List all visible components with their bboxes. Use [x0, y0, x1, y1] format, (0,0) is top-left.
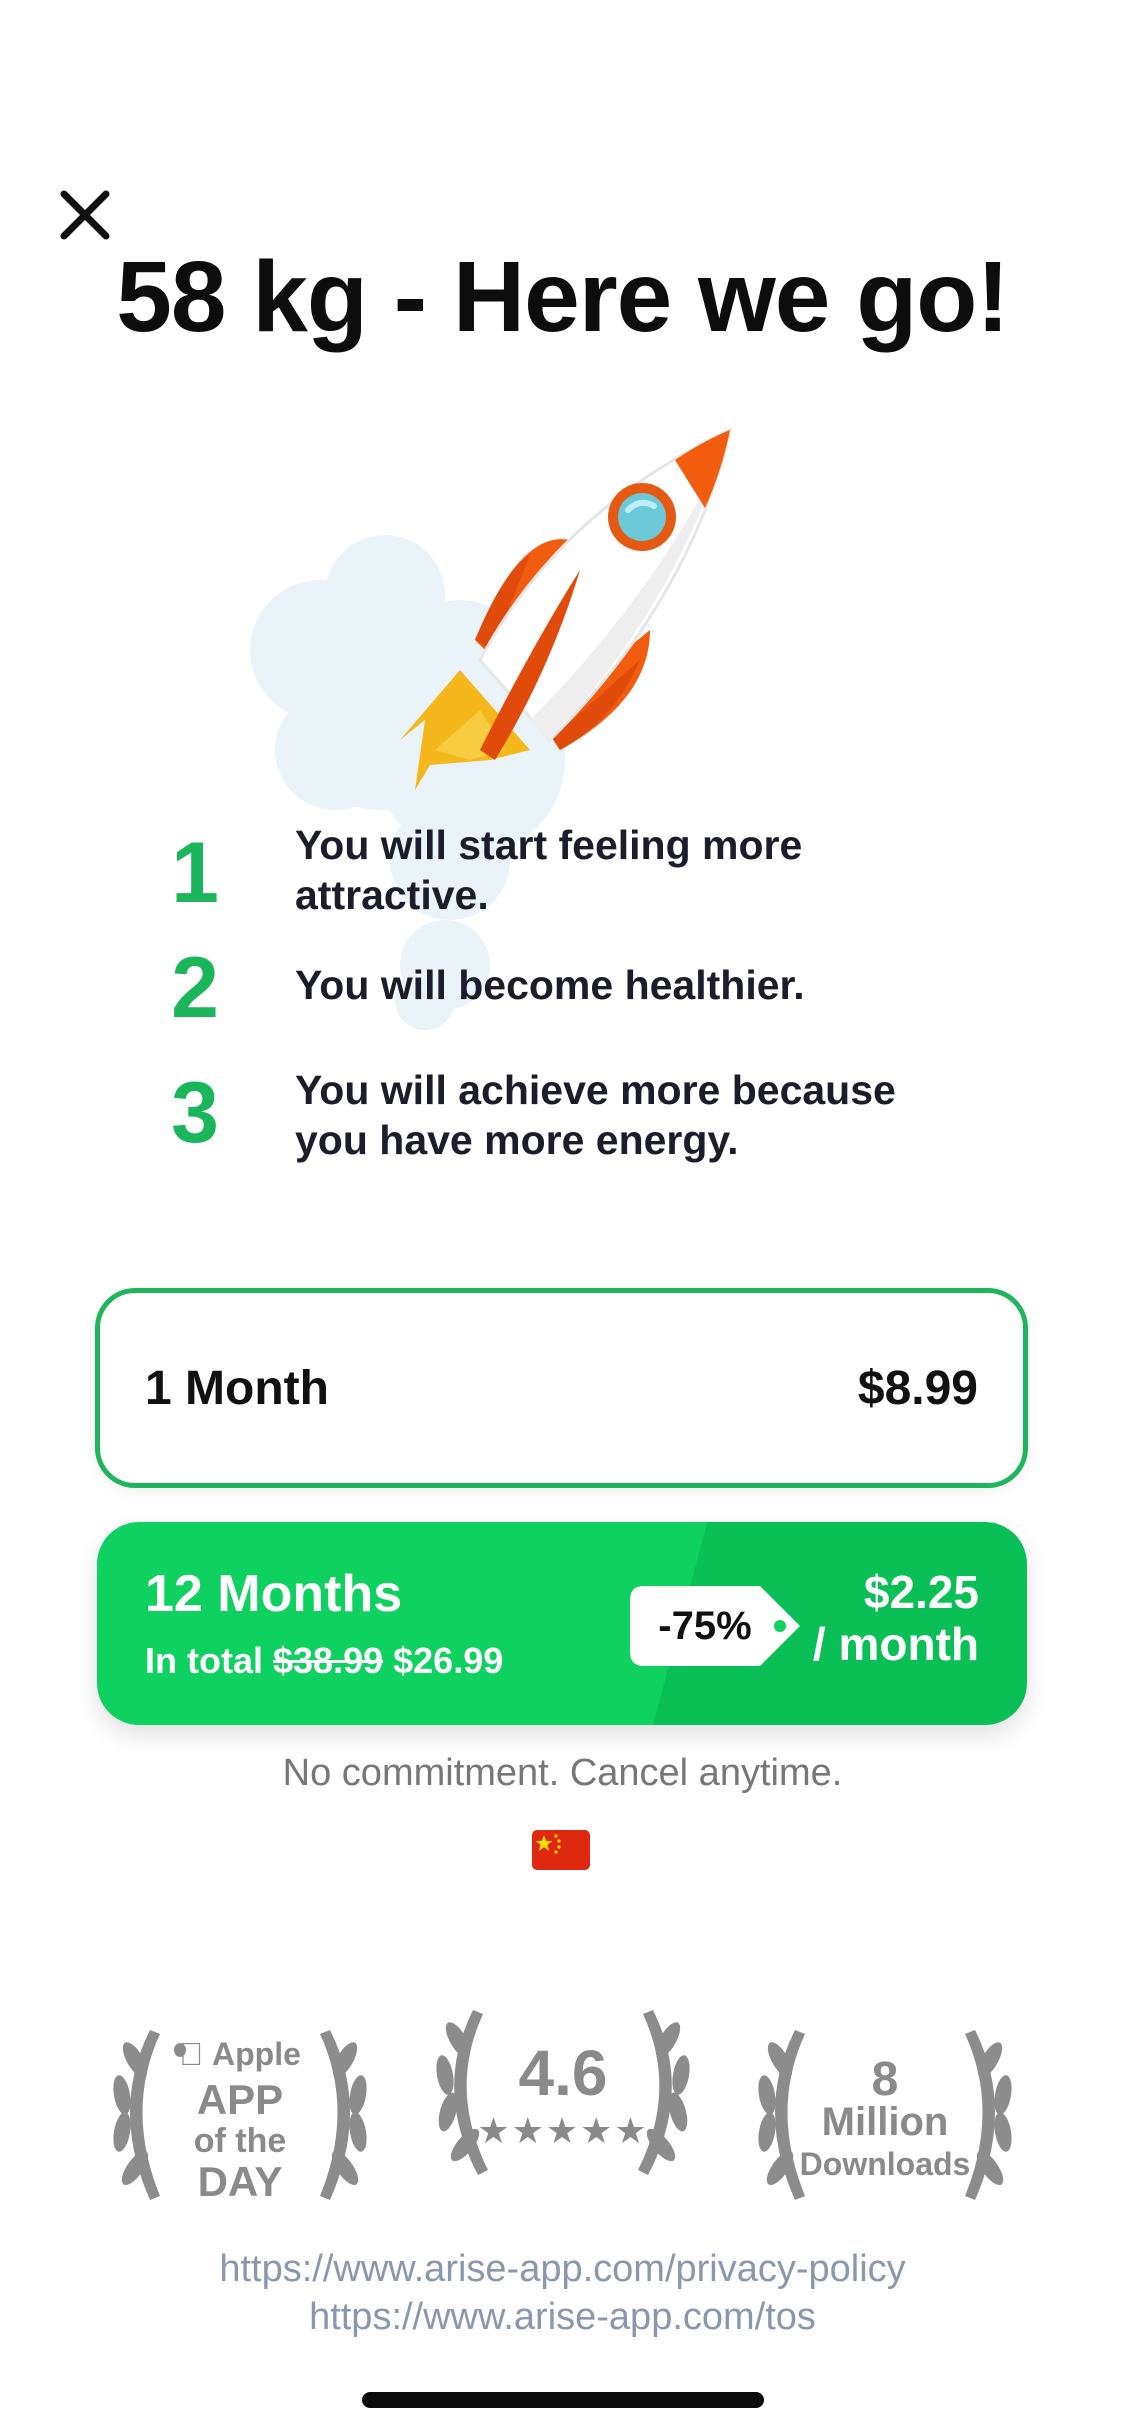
china-flag-icon: [532, 1830, 590, 1870]
rating-stars: ★★★★★: [477, 2110, 649, 2151]
rating-value: 4.6: [518, 2037, 608, 2109]
plan-total: In total $38.99 $26.99: [145, 1640, 503, 1682]
plan-price-per-month: $2.25 / month: [813, 1566, 979, 1670]
benefit-item-3: 3 You will achieve more because you have…: [160, 1065, 920, 1175]
plan-label: 12 Months: [145, 1565, 403, 1623]
badge-line1: APP: [196, 2076, 284, 2123]
benefit-number: 1: [171, 825, 219, 921]
new-price: $26.99: [393, 1640, 504, 1681]
badge-brand:  Apple: [179, 2036, 301, 2072]
no-commitment-note: No commitment. Cancel anytime.: [282, 1752, 843, 1794]
plan-price: $8.99: [857, 1362, 978, 1415]
benefit-number: 3: [171, 1065, 219, 1161]
privacy-policy-link[interactable]: https://www.arise-app.com/privacy-policy: [0, 2245, 1125, 2293]
benefit-item-2: 2 You will become healthier.: [160, 945, 920, 1031]
price-unit: / month: [812, 1618, 979, 1670]
rating-badge: 4.6 ★★★★★: [403, 2000, 723, 2230]
app-of-the-day-badge:  Apple APP of the DAY: [80, 2000, 400, 2230]
plan-option-yearly[interactable]: 12 Months In total $38.99 $26.99 -75% $2…: [97, 1522, 1027, 1725]
legal-links: https://www.arise-app.com/privacy-policy…: [0, 2245, 1125, 2341]
downloads-count: 8: [871, 2053, 899, 2106]
page-title: 58 kg - Here we go!: [116, 241, 1009, 353]
old-price: $38.99: [273, 1640, 384, 1681]
discount-text: -75%: [658, 1604, 752, 1648]
badge-line3: DAY: [197, 2158, 283, 2205]
total-prefix: In total: [145, 1640, 263, 1681]
benefit-item-1: 1 You will start feeling more attractive…: [160, 820, 920, 930]
downloads-badge: 8 Million Downloads: [725, 2000, 1045, 2230]
benefit-number: 2: [171, 940, 219, 1036]
benefit-text: You will become healthier.: [295, 962, 805, 1008]
downloads-label: Downloads: [799, 2146, 971, 2182]
benefit-text: You will achieve more because you have m…: [295, 1067, 896, 1163]
downloads-unit: Million: [821, 2100, 949, 2144]
discount-badge: -75%: [630, 1586, 800, 1666]
home-indicator[interactable]: [362, 2392, 764, 2408]
price-per: $2.25: [863, 1566, 979, 1618]
terms-of-service-link[interactable]: https://www.arise-app.com/tos: [0, 2293, 1125, 2341]
plan-label: 1 Month: [145, 1362, 329, 1415]
plan-option-monthly[interactable]: 1 Month $8.99: [95, 1288, 1028, 1488]
benefit-text: You will start feeling more attractive.: [295, 822, 803, 918]
badge-line2: of the: [193, 2122, 287, 2160]
